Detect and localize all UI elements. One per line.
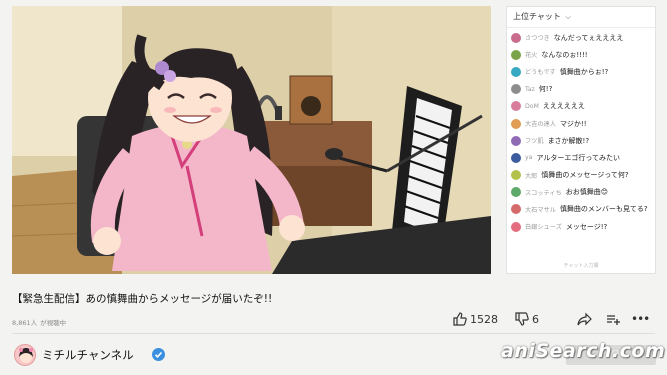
live-chat-panel: 上位チャット ⌵ さつつき なんだってぇええええ 花火 なんなのぉ!!!! どうもです慎… <box>506 6 656 274</box>
avatar-image <box>19 348 33 363</box>
chat-username[interactable]: 大吉の達人 <box>525 119 556 128</box>
chat-message-text: 慎舞曲のメンバーも見てる? <box>559 205 648 214</box>
chat-user-avatar[interactable] <box>511 221 521 232</box>
chat-message-list: さつつき なんだってぇええええ 花火 なんなのぉ!!!! どうもです 慎舞曲からぉ!? Ta… <box>507 28 655 235</box>
chat-username[interactable]: スコッティち <box>525 188 562 197</box>
view-count-number: 8,861人 <box>12 319 38 327</box>
chat-username[interactable]: ya <box>525 154 532 161</box>
chat-input-placeholder[interactable]: チャット入力欄 <box>507 259 655 273</box>
chat-message-text: 慎舞曲のメッセージって何? <box>541 171 629 180</box>
chat-username[interactable]: 白銀シューズ <box>525 222 562 231</box>
chat-message-text: おお慎舞曲😊 <box>565 188 609 197</box>
chat-message: さつつき なんだってぇええええ <box>507 29 655 46</box>
chat-message-text: アルターエゴ行ってみたい <box>536 153 621 162</box>
chat-user-avatar[interactable] <box>511 152 521 163</box>
chat-message-text: まさか解散!? <box>547 136 590 145</box>
chat-message: 花火 なんなのぉ!!!! <box>507 46 655 63</box>
channel-name[interactable]: ミチルチャンネル <box>42 347 134 363</box>
chat-user-avatar[interactable] <box>511 101 521 112</box>
chat-username[interactable]: さつつき <box>525 33 550 42</box>
thumbs-up-icon <box>453 312 467 326</box>
chat-username[interactable]: 大郎 <box>525 171 537 180</box>
chat-message-text: なんだってぇええええ <box>553 33 624 42</box>
chat-username[interactable]: 花火 <box>525 50 537 59</box>
chat-message-text: なんなのぉ!!!! <box>541 50 588 59</box>
chat-message-text: メッセージ!? <box>565 222 608 231</box>
chat-username[interactable]: DoM <box>525 103 539 110</box>
section-divider <box>12 333 655 334</box>
chevron-down-icon[interactable]: ⌵ <box>565 13 570 21</box>
video-actions: 1528 6 ••• <box>453 311 650 327</box>
chat-message-text: マジか!! <box>559 119 587 128</box>
chat-user-avatar[interactable] <box>511 135 521 146</box>
dislike-button[interactable]: 6 <box>515 312 539 326</box>
chat-message: どうもです 慎舞曲からぉ!? <box>507 63 655 80</box>
add-to-playlist-icon <box>607 315 620 325</box>
verified-check-icon <box>152 348 165 361</box>
share-button[interactable] <box>577 312 592 326</box>
like-count: 1528 <box>470 312 498 326</box>
chat-username[interactable]: フツ肌 <box>525 136 544 145</box>
add-to-playlist-button[interactable] <box>606 312 621 326</box>
chat-message: フツ肌 まさか解散!? <box>507 132 655 149</box>
view-count: 8,861人 が視聴中 <box>12 317 66 327</box>
chat-message: 大石マサル 慎舞曲のメンバーも見てる? <box>507 201 655 218</box>
chat-user-avatar[interactable] <box>511 187 521 198</box>
chat-mode-label: 上位チャット <box>513 12 561 21</box>
chat-user-avatar[interactable] <box>511 204 521 215</box>
chat-username[interactable]: 大石マサル <box>525 205 556 214</box>
chat-message-text: 何!? <box>538 85 553 94</box>
chat-user-avatar[interactable] <box>511 66 521 77</box>
chat-user-avatar[interactable] <box>511 118 521 129</box>
thumbs-down-icon <box>515 312 529 326</box>
chat-message: スコッティち おお慎舞曲😊 <box>507 184 655 201</box>
chat-message: ya アルターエゴ行ってみたい <box>507 149 655 166</box>
chat-message: DoM ええええええ <box>507 98 655 115</box>
chat-message: Taz 何!? <box>507 81 655 98</box>
share-icon <box>577 312 592 326</box>
chat-user-avatar[interactable] <box>511 84 521 95</box>
view-count-suffix: が視聴中 <box>40 319 67 327</box>
channel-avatar[interactable] <box>14 344 36 366</box>
chat-message-text: ええええええ <box>542 102 585 111</box>
like-button[interactable]: 1528 <box>453 312 498 326</box>
chat-user-avatar[interactable] <box>511 170 521 181</box>
more-options-button[interactable]: ••• <box>631 312 650 326</box>
chat-user-avatar[interactable] <box>511 32 521 43</box>
watermark-logo: aniSearch.com <box>501 340 666 362</box>
chat-user-avatar[interactable] <box>511 49 521 60</box>
chat-message: 白銀シューズ メッセージ!? <box>507 218 655 235</box>
chat-header[interactable]: 上位チャット ⌵ <box>507 7 655 28</box>
chat-message-text: 慎舞曲からぉ!? <box>559 67 609 76</box>
chat-message: 大郎 慎舞曲のメッセージって何? <box>507 167 655 184</box>
video-frame <box>12 6 491 274</box>
chat-username[interactable]: Taz <box>525 86 535 93</box>
chat-username[interactable]: どうもです <box>525 67 556 76</box>
dislike-count: 6 <box>532 312 539 326</box>
video-title: 【緊急生配信】あの慎舞曲からメッセージが届いたぞ!! <box>12 293 273 305</box>
video-player[interactable] <box>12 6 491 274</box>
chat-message: 大吉の達人 マジか!! <box>507 115 655 132</box>
